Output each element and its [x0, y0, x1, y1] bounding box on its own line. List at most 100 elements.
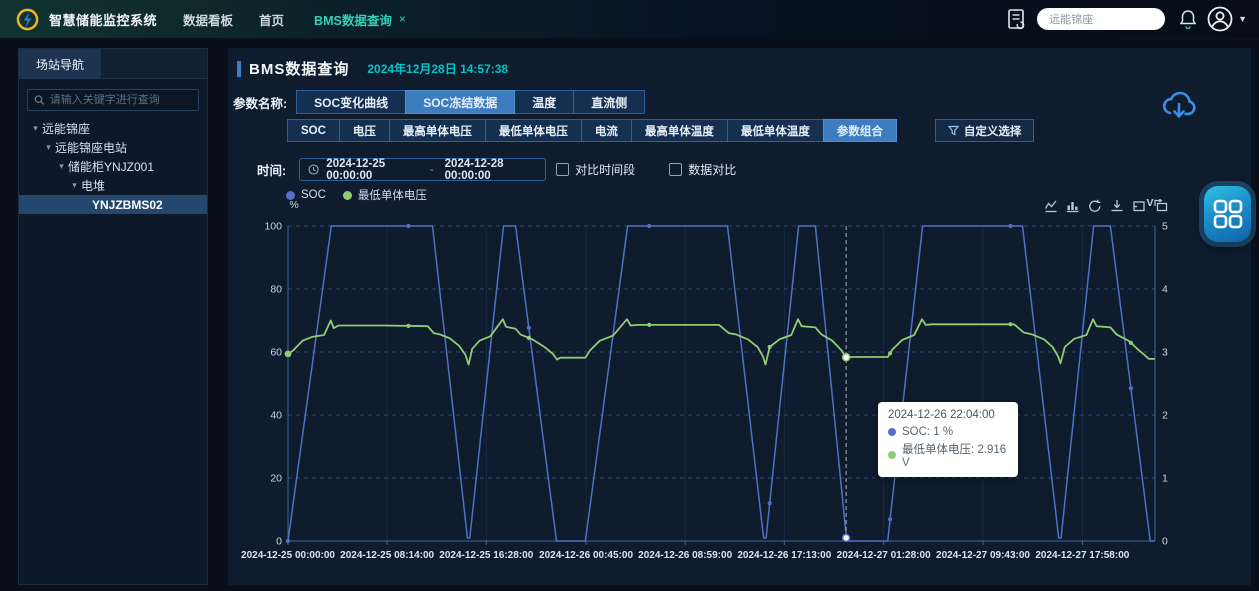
chart-tooltip: 2024-12-26 22:04:00 SOC: 1 %最低单体电压: 2.91…	[878, 402, 1018, 477]
svg-text:2024-12-27 01:28:00: 2024-12-27 01:28:00	[837, 550, 931, 561]
data-compare-label: 数据对比	[688, 161, 736, 178]
param-tab-group: SOC变化曲线SOC冻结数据温度直流侧	[297, 90, 645, 114]
tree-item-label: 远能锦座电站	[55, 139, 127, 156]
page-title: BMS数据查询	[249, 58, 349, 79]
tab-bms-query[interactable]: BMS数据查询 ×	[314, 10, 406, 29]
nav-menu: 数据看板 首页	[183, 10, 284, 29]
param-tab-1[interactable]: SOC冻结数据	[405, 90, 515, 114]
tree-caret-icon[interactable]: ▾	[68, 180, 81, 191]
clock-icon	[308, 163, 319, 176]
tree-caret-icon[interactable]: ▾	[42, 142, 55, 153]
data-compare-checkbox[interactable]: 数据对比	[669, 161, 736, 178]
user-avatar[interactable]	[1207, 6, 1233, 32]
svg-text:2024-12-25 16:28:00: 2024-12-25 16:28:00	[439, 550, 533, 561]
sub-tab-0[interactable]: SOC	[287, 119, 340, 142]
station-sidebar: 场站导航 ▾远能锦座▾远能锦座电站▾储能柜YNJZ001▾电堆YNJZBMS02	[18, 48, 208, 585]
legend-label: SOC	[301, 189, 326, 201]
sub-tab-4[interactable]: 电流	[581, 119, 632, 142]
param-row: 参数名称: SOC变化曲线SOC冻结数据温度直流侧	[233, 90, 645, 114]
tree-caret-icon[interactable]: ▾	[29, 123, 42, 134]
compare-period-label: 对比时间段	[575, 161, 635, 178]
title-row: BMS数据查询 2024年12月28日 14:57:38	[237, 58, 508, 79]
svg-text:40: 40	[270, 410, 282, 422]
svg-text:5: 5	[1162, 221, 1168, 233]
bell-icon[interactable]	[1179, 9, 1197, 30]
cloud-download-icon[interactable]	[1160, 88, 1198, 122]
legend-label: 最低单体电压	[358, 187, 427, 203]
bar-chart-icon[interactable]	[1066, 199, 1080, 213]
data-zoom-icon[interactable]	[1132, 199, 1146, 213]
tree-item-4[interactable]: YNJZBMS02	[19, 195, 207, 214]
tree-item-1[interactable]: ▾远能锦座电站	[19, 138, 207, 157]
legend-item-0[interactable]: SOC	[286, 189, 326, 201]
tree-item-label: 远能锦座	[42, 120, 90, 137]
legend-item-1[interactable]: 最低单体电压	[343, 187, 427, 203]
tree-item-label: YNJZBMS02	[92, 198, 163, 212]
time-range-picker[interactable]: 2024-12-25 00:00:00 - 2024-12-28 00:00:0…	[299, 158, 546, 181]
filter-icon	[948, 125, 959, 136]
sub-tab-2[interactable]: 最高单体电压	[389, 119, 486, 142]
app-title: 智慧储能监控系统	[49, 10, 157, 29]
tree-item-0[interactable]: ▾远能锦座	[19, 119, 207, 138]
svg-text:2024-12-26 00:45:00: 2024-12-26 00:45:00	[539, 550, 633, 561]
checkbox-icon[interactable]	[556, 163, 569, 176]
param-tab-2[interactable]: 温度	[514, 90, 574, 114]
apps-grid-icon	[1213, 199, 1243, 229]
tree-item-2[interactable]: ▾储能柜YNJZ001	[19, 157, 207, 176]
sidebar-search[interactable]	[27, 89, 199, 111]
sub-tab-5[interactable]: 最高单体温度	[631, 119, 728, 142]
tab-bms-query-label: BMS数据查询	[314, 10, 392, 29]
tree-item-label: 储能柜YNJZ001	[68, 158, 154, 175]
chart-legend: SOC 最低单体电压	[286, 187, 427, 203]
chart-canvas[interactable]: 020406080100012345%V2024-12-25 00:00:002…	[225, 190, 1195, 570]
global-search[interactable]	[1037, 8, 1165, 30]
checkbox-icon[interactable]	[669, 163, 682, 176]
legend-dot	[286, 191, 295, 200]
compare-period-checkbox[interactable]: 对比时间段	[556, 161, 635, 178]
sub-tab-1[interactable]: 电压	[339, 119, 390, 142]
tooltip-series-value: 最低单体电压: 2.916 V	[902, 441, 1008, 469]
time-label: 时间:	[257, 160, 286, 179]
svg-text:1: 1	[1162, 473, 1168, 485]
svg-text:20: 20	[270, 473, 282, 485]
nav-item-dashboard[interactable]: 数据看板	[183, 10, 233, 29]
user-menu-caret-icon[interactable]: ▼	[1238, 14, 1247, 24]
restore-icon[interactable]	[1088, 199, 1102, 213]
search-icon	[34, 94, 45, 106]
app-logo-icon	[16, 8, 39, 31]
sub-tab-group: SOC电压最高单体电压最低单体电压电流最高单体温度最低单体温度参数组合	[288, 119, 897, 142]
legend-dot	[343, 191, 352, 200]
tree-item-3[interactable]: ▾电堆	[19, 176, 207, 195]
time-start-value: 2024-12-25 00:00:00	[326, 158, 419, 182]
param-tab-3[interactable]: 直流侧	[573, 90, 645, 114]
custom-select-button[interactable]: 自定义选择	[935, 119, 1035, 142]
sub-tab-3[interactable]: 最低单体电压	[485, 119, 582, 142]
tooltip-series-value: SOC: 1 %	[902, 426, 953, 438]
line-chart-icon[interactable]	[1044, 199, 1058, 213]
svg-text:3: 3	[1162, 347, 1168, 359]
sidebar-search-input[interactable]	[50, 94, 192, 106]
current-timestamp: 2024年12月28日 14:57:38	[367, 60, 508, 77]
zoom-reset-icon[interactable]	[1154, 199, 1168, 213]
svg-text:0: 0	[1162, 536, 1168, 548]
svg-text:2024-12-25 08:14:00: 2024-12-25 08:14:00	[340, 550, 434, 561]
apps-grid-fab[interactable]	[1204, 186, 1251, 242]
tab-station-nav[interactable]: 场站导航	[19, 49, 101, 79]
time-end-value: 2024-12-28 00:00:00	[445, 158, 538, 182]
tree-item-label: 电堆	[81, 177, 105, 194]
download-icon[interactable]	[1110, 199, 1124, 213]
nav-item-home[interactable]: 首页	[259, 10, 284, 29]
global-search-input[interactable]	[1049, 13, 1153, 25]
svg-text:2024-12-25 00:00:00: 2024-12-25 00:00:00	[241, 550, 335, 561]
sub-tab-6[interactable]: 最低单体温度	[727, 119, 824, 142]
top-navbar: 智慧储能监控系统 数据看板 首页 BMS数据查询 × ▼	[0, 0, 1259, 38]
tooltip-series-dot	[888, 451, 896, 459]
sub-tab-7[interactable]: 参数组合	[823, 119, 897, 142]
tab-close-icon[interactable]: ×	[399, 12, 406, 26]
param-tab-0[interactable]: SOC变化曲线	[296, 90, 406, 114]
time-separator: -	[430, 164, 434, 176]
tree-caret-icon[interactable]: ▾	[55, 161, 68, 172]
tooltip-row: SOC: 1 %	[888, 426, 1008, 438]
svg-text:0: 0	[276, 536, 282, 548]
report-icon[interactable]	[1007, 8, 1027, 30]
